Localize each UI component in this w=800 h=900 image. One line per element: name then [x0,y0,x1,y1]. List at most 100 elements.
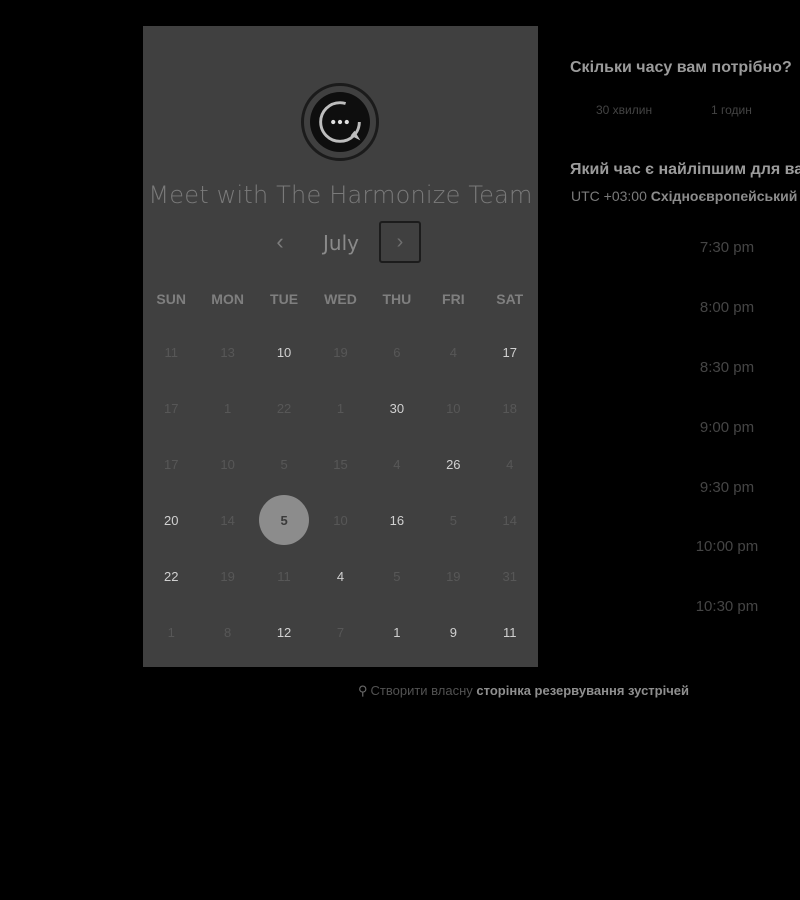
calendar-day[interactable]: 4 [312,548,368,604]
timezone-offset: UTC +03:00 [571,188,647,204]
calendar-day: 6 [369,324,425,380]
calendar-day: 10 [425,380,481,436]
time-slot[interactable]: 9:00 pm [660,419,794,436]
calendar-day: 1 [143,604,199,660]
duration-option-30-min[interactable]: 30 хвилин [596,103,652,117]
calendar-day[interactable]: 26 [425,436,481,492]
time-slot[interactable]: 8:30 pm [660,359,794,376]
calendar-day-number: 26 [446,456,461,472]
calendar-day-number: 11 [277,568,291,584]
calendar-day: 10 [199,436,255,492]
calendar-day[interactable]: 16 [369,492,425,548]
calendar-day-number: 17 [163,400,179,416]
calendar-day: 19 [425,548,481,604]
calendar-day[interactable]: 22 [143,548,199,604]
calendar-day[interactable]: 12 [256,604,312,660]
calendar-day: 18 [482,380,538,436]
duration-question: Скільки часу вам потрібно? [570,59,792,76]
time-slot[interactable]: 7:30 pm [660,239,794,256]
calendar-day-number: 5 [393,568,401,584]
footer-prefix: Створити власну [370,683,473,698]
calendar-day[interactable]: 20 [143,492,199,548]
calendar-day-number: 10 [276,344,292,360]
calendar-day: 11 [256,548,312,604]
calendar-day-number: 13 [220,344,235,360]
calendar-day-number: 11 [502,624,517,640]
sprocket-icon: ⚲ [358,683,368,698]
calendar-day-number: 1 [167,624,175,640]
calendar-day-selected[interactable]: 5 [256,492,312,548]
calendar-day-number: 4 [393,456,401,472]
month-navigation: ‹ July › [143,221,538,265]
calendar-day[interactable]: 11 [482,604,538,660]
calendar-day: 19 [199,548,255,604]
meeting-title: Meet with The Harmonize Team [148,181,533,209]
calendar-day-number: 19 [220,568,235,584]
calendar-day-number: 12 [276,624,292,640]
previous-month-button[interactable]: ‹ [265,225,295,259]
calendar-day[interactable]: 17 [482,324,538,380]
time-slot[interactable]: 10:00 pm [660,538,794,555]
calendar-day-number: 5 [280,512,288,528]
calendar-day-number: 30 [389,400,405,416]
next-month-button[interactable]: › [379,221,421,263]
time-slot[interactable]: 8:00 pm [660,299,794,316]
time-slot[interactable]: 9:30 pm [660,479,794,496]
calendar-day: 14 [482,492,538,548]
calendar-day-number: 20 [163,512,179,528]
weekday-label: TUE [270,291,299,307]
calendar-day: 22 [256,380,312,436]
weekday-label: WED [324,291,357,307]
calendar-day-number: 14 [220,512,235,528]
weekday-label: SUN [156,291,186,307]
calendar-day: 10 [312,492,368,548]
calendar-day-number: 31 [502,568,517,584]
calendar-day: 31 [482,548,538,604]
time-slot[interactable]: 10:30 pm [660,598,794,615]
calendar-day[interactable]: 30 [369,380,425,436]
timezone-name: Східноєвропейський час [650,188,800,204]
calendar-day-number: 4 [336,568,345,584]
calendar-day-number: 15 [333,456,348,472]
calendar-day[interactable]: 10 [256,324,312,380]
calendar-day: 4 [482,436,538,492]
weekday-label: SAT [496,291,524,307]
calendar-day: 13 [199,324,255,380]
calendar-day: 4 [425,324,481,380]
month-label: July [323,231,359,255]
calendar-day-number: 10 [220,456,235,472]
calendar-day-number: 17 [163,456,179,472]
calendar-day: 5 [425,492,481,548]
weekday-label: FRI [442,291,465,307]
duration-option-1-hour[interactable]: 1 годин [711,103,752,117]
calendar-day[interactable]: 1 [369,604,425,660]
calendar-day: 11 [143,324,199,380]
footer-promo: ⚲ Створити власну сторінка резервування з… [358,683,689,699]
calendar-day-number: 10 [446,400,461,416]
calendar-day-number: 9 [449,624,457,640]
calendar-day: 17 [143,380,199,436]
chat-bubble-icon [319,101,361,143]
footer-link[interactable]: сторінка резервування зустрічей [476,683,689,698]
calendar-day: 7 [312,604,368,660]
calendar-day: 1 [199,380,255,436]
calendar-day: 1 [312,380,368,436]
calendar-day-number: 7 [336,624,345,640]
calendar-day: 8 [199,604,255,660]
calendar-day-number: 22 [276,400,292,416]
calendar-day[interactable]: 9 [425,604,481,660]
calendar-day-number: 1 [224,400,232,416]
calendar-day-number: 8 [224,624,232,640]
calendar-day-number: 10 [333,512,348,528]
calendar-day: 14 [199,492,255,548]
weekday-label: MON [211,291,244,307]
calendar-day: 15 [312,436,368,492]
calendar-panel: Meet with The Harmonize Team ‹ July › SU… [143,26,538,667]
calendar-day-number: 18 [502,400,517,416]
time-question: Який час є найліпшим для вас? [570,161,800,178]
calendar-day-number: 14 [502,512,517,528]
calendar-grid: 11 13 10 19 6 4 17 17 1 22 1 30 10 18 17 10 5 15 4 26 4 20 14 5… [143,324,538,660]
calendar-day-number: 17 [502,344,517,360]
calendar-day-number: 16 [389,512,405,528]
timezone-selector[interactable]: UTC +03:00 Східноєвропейський час [571,188,800,204]
